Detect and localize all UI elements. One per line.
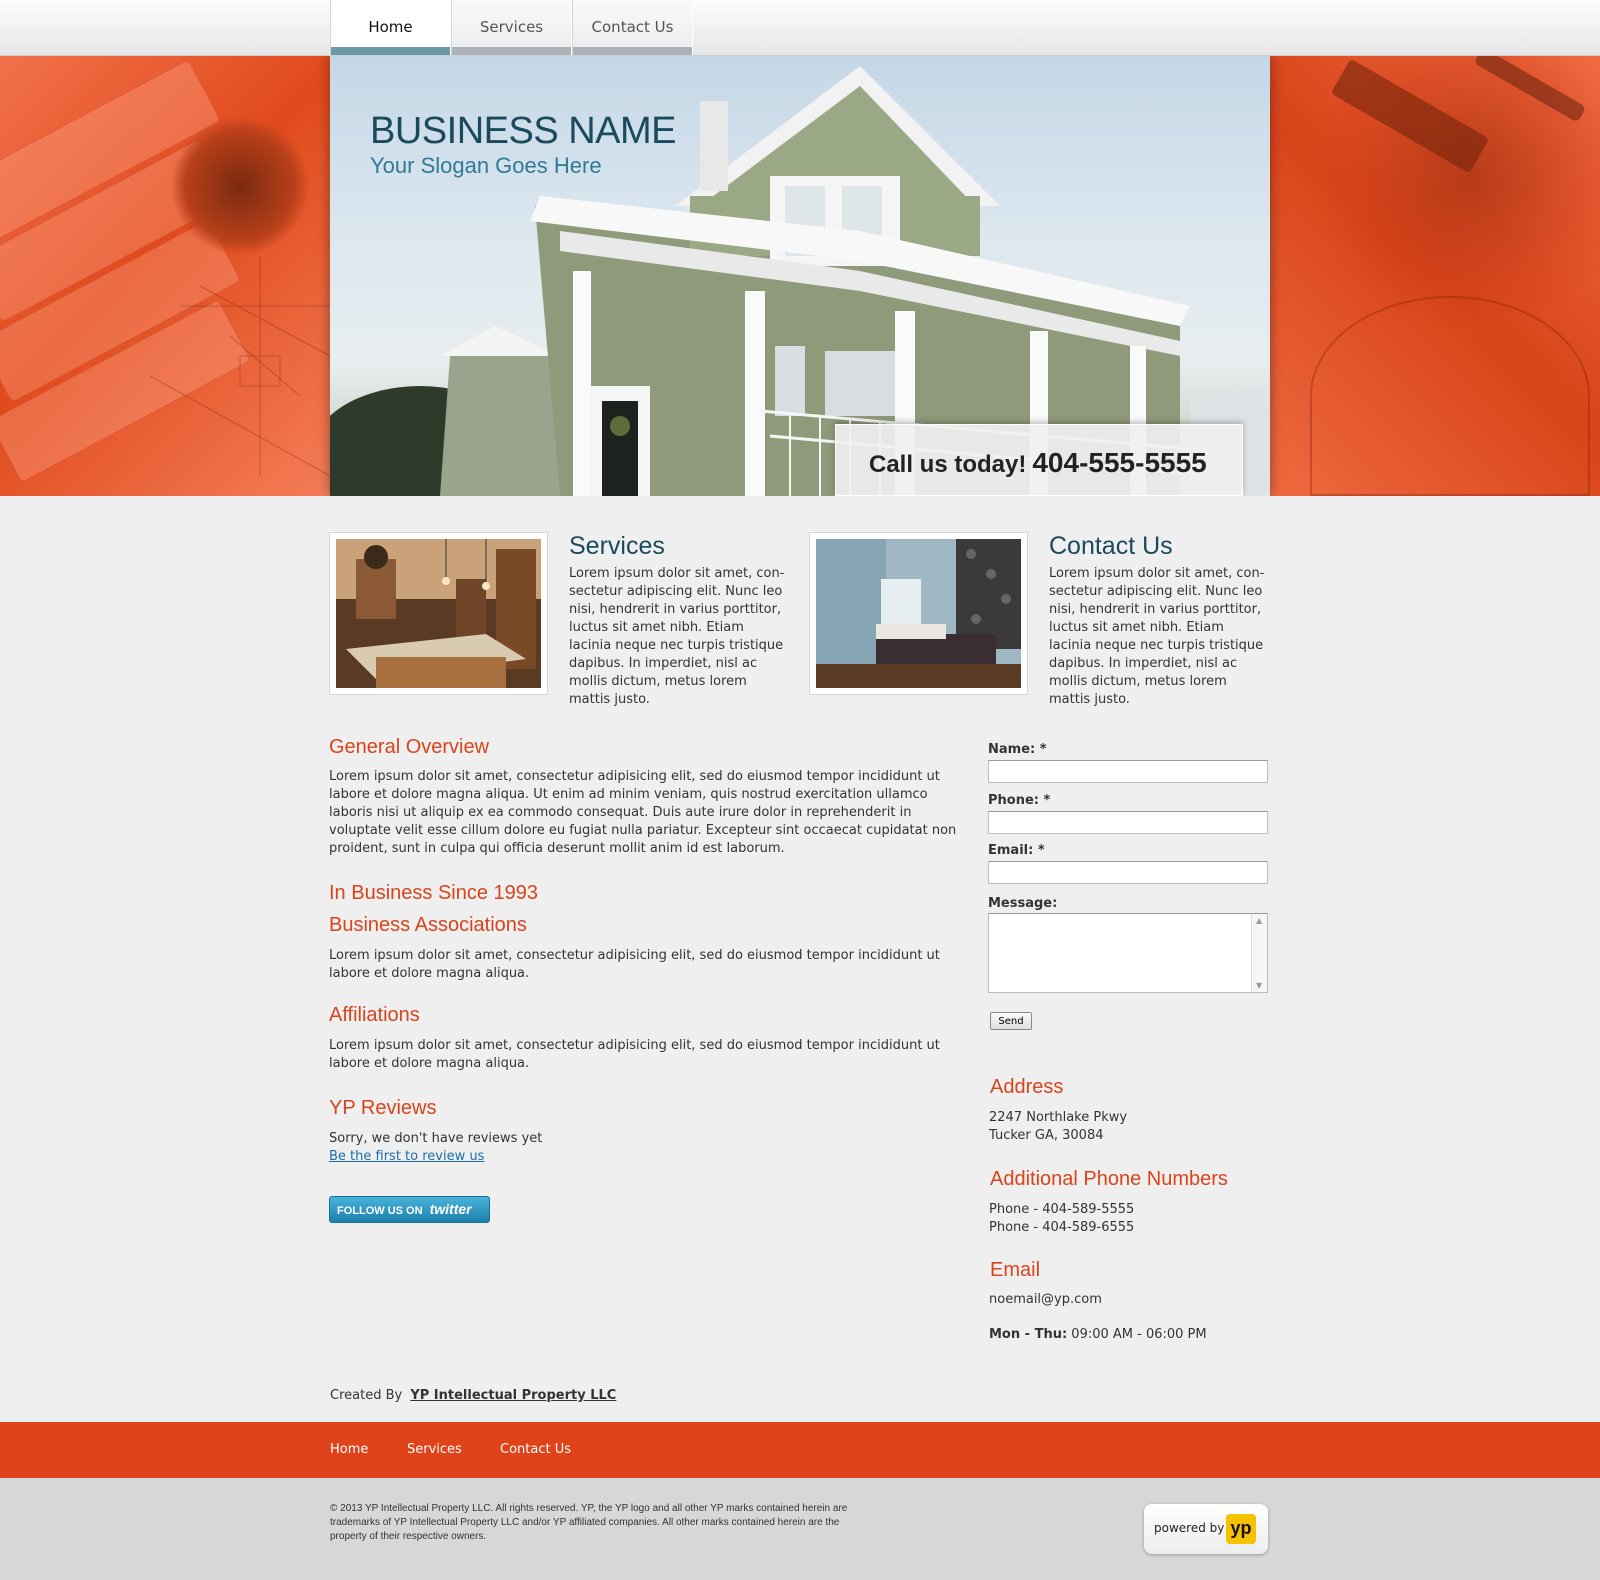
hero-left-decor	[0, 56, 330, 496]
email-heading: Email	[990, 1259, 1041, 1281]
business-associations-heading: Business Associations	[329, 914, 527, 936]
nav-tab-indicator	[452, 47, 571, 55]
contact-description: Lorem ipsum dolor sit amet, con- sectetu…	[1049, 566, 1265, 707]
footer-bottom: © 2013 YP Intellectual Property LLC. All…	[0, 1478, 1600, 1580]
nav-tab-label: Home	[368, 18, 413, 36]
hero-right-decor	[1270, 56, 1600, 496]
twitter-logo-text: twitter	[429, 1201, 472, 1217]
blueprint-lines-decor	[149, 256, 330, 477]
contact-thumbnail[interactable]	[809, 532, 1028, 695]
services-thumbnail[interactable]	[329, 532, 548, 695]
powered-by-badge[interactable]: powered by yp	[1144, 1504, 1268, 1554]
footer-navigation: Home Services Contact Us	[0, 1422, 1600, 1478]
nav-tab-label: Contact Us	[591, 18, 674, 36]
address-line-1: 2247 Northlake Pkwy	[989, 1110, 1128, 1125]
call-to-action-box: Call us today! 404-555-5555	[835, 424, 1243, 496]
general-overview-heading: General Overview	[329, 736, 490, 758]
email-field-label: Email: *	[988, 843, 1045, 858]
hours-time: 09:00 AM - 06:00 PM	[1071, 1327, 1207, 1342]
business-since-heading: In Business Since 1993	[329, 882, 539, 904]
business-hours: Mon - Thu: 09:00 AM - 06:00 PM	[989, 1327, 1207, 1342]
affiliations-heading: Affiliations	[329, 1004, 420, 1026]
hero-banner: BUSINESS NAME Your Slogan Goes Here Call…	[0, 56, 1600, 496]
phone-field[interactable]	[988, 811, 1268, 834]
address-line-2: Tucker GA, 30084	[989, 1128, 1104, 1143]
business-slogan: Your Slogan Goes Here	[370, 153, 602, 178]
nav-tab-label: Services	[479, 18, 544, 36]
required-mark: *	[1039, 742, 1047, 757]
required-mark: *	[1037, 843, 1045, 858]
first-review-link[interactable]: Be the first to review us	[329, 1148, 484, 1166]
phone-field-label: Phone: *	[988, 793, 1050, 808]
reviews-empty-text: Sorry, we don't have reviews yet	[329, 1131, 543, 1146]
hero-phone-number[interactable]: 404-555-5555	[1032, 447, 1206, 478]
phone-label-text: Phone:	[988, 793, 1039, 808]
business-name: BUSINESS NAME	[370, 110, 677, 152]
yp-logo-icon: yp	[1226, 1514, 1256, 1544]
email-label-text: Email:	[988, 843, 1034, 858]
nav-tab-services[interactable]: Services	[451, 0, 572, 55]
hero-house-photo: BUSINESS NAME Your Slogan Goes Here Call…	[330, 56, 1270, 496]
nav-tab-contact[interactable]: Contact Us	[572, 0, 693, 55]
phone-number-1[interactable]: Phone - 404-589-5555	[989, 1201, 1134, 1219]
paint-can-rim-decor	[1310, 296, 1590, 496]
nav-tab-home[interactable]: Home	[330, 0, 451, 55]
scroll-down-icon[interactable]: ▼	[1256, 981, 1262, 990]
general-overview-text: Lorem ipsum dolor sit amet, consectetur …	[329, 769, 957, 856]
address-heading: Address	[990, 1076, 1064, 1098]
phone-number-2[interactable]: Phone - 404-589-6555	[989, 1219, 1134, 1237]
bedroom-photo	[816, 539, 1021, 688]
contact-heading: Contact Us	[1049, 532, 1173, 560]
footer-link-services[interactable]: Services	[407, 1422, 462, 1478]
additional-phones-heading: Additional Phone Numbers	[990, 1168, 1228, 1190]
address-block: 2247 Northlake Pkwy Tucker GA, 30084	[989, 1109, 1127, 1145]
brand-block: BUSINESS NAME Your Slogan Goes Here	[370, 110, 677, 179]
nav-tab-indicator	[573, 47, 692, 55]
phone-list: Phone - 404-589-5555 Phone - 404-589-655…	[989, 1201, 1134, 1237]
nav-tabs: Home Services Contact Us	[330, 0, 693, 55]
hours-days: Mon - Thu:	[989, 1327, 1068, 1342]
required-mark: *	[1043, 793, 1051, 808]
email-field[interactable]	[988, 861, 1268, 884]
created-by-link[interactable]: YP Intellectual Property LLC	[410, 1388, 616, 1403]
name-field[interactable]	[988, 760, 1268, 783]
business-associations-text: Lorem ipsum dolor sit amet, consectetur …	[329, 948, 940, 981]
powered-by-text: powered by	[1154, 1521, 1225, 1535]
kitchen-photo	[336, 539, 541, 688]
send-button[interactable]: Send	[990, 1012, 1032, 1030]
created-by-label: Created By	[330, 1388, 403, 1403]
twitter-follow-label: FOLLOW US ON	[337, 1205, 423, 1217]
services-description: Lorem ipsum dolor sit amet, con- sectetu…	[569, 566, 785, 707]
twitter-follow-button[interactable]: FOLLOW US ON twitter	[329, 1196, 490, 1223]
message-field-label: Message:	[988, 896, 1058, 911]
affiliations-text: Lorem ipsum dolor sit amet, consectetur …	[329, 1038, 940, 1071]
message-field[interactable]: ▲ ▼	[988, 913, 1268, 993]
message-scrollbar[interactable]: ▲ ▼	[1251, 914, 1267, 992]
nav-tab-indicator	[331, 47, 450, 55]
created-by: Created By YP Intellectual Property LLC	[330, 1388, 616, 1403]
top-navigation: Home Services Contact Us	[0, 0, 1600, 56]
footer-link-contact[interactable]: Contact Us	[500, 1422, 571, 1478]
name-label-text: Name:	[988, 742, 1036, 757]
email-address[interactable]: noemail@yp.com	[989, 1292, 1102, 1307]
footer-link-home[interactable]: Home	[330, 1422, 368, 1478]
name-field-label: Name: *	[988, 742, 1047, 757]
legal-text: © 2013 YP Intellectual Property LLC. All…	[330, 1503, 848, 1542]
scroll-up-icon[interactable]: ▲	[1256, 916, 1262, 925]
services-heading: Services	[569, 532, 665, 560]
reviews-heading: YP Reviews	[329, 1097, 437, 1119]
call-label: Call us today!	[869, 451, 1027, 478]
